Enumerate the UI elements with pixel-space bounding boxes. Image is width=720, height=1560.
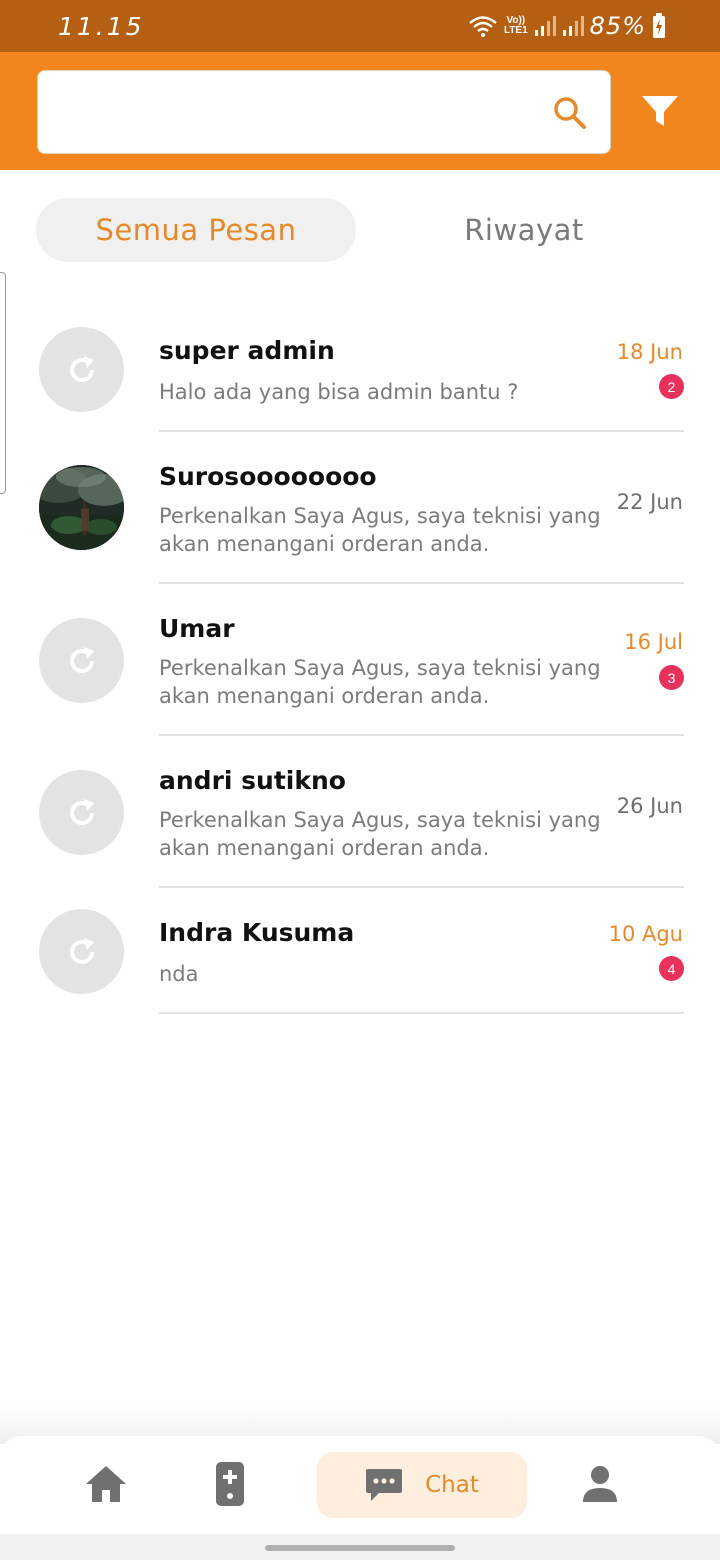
avatar [39, 465, 124, 550]
chat-item[interactable]: Indra Kusuma nda 10 Agu 4 [0, 888, 720, 1014]
status-indicators: Vo)) LTE1 85% [468, 10, 666, 42]
chat-item[interactable]: super admin Halo ada yang bisa admin ban… [0, 306, 720, 432]
gesture-area [0, 1534, 720, 1560]
refresh-icon [69, 646, 94, 673]
chat-item[interactable]: andri sutikno Perkenalkan Saya Agus, say… [0, 736, 720, 888]
status-bar: 11.15 Vo)) LTE1 85% [0, 0, 720, 52]
chat-name: Umar [159, 614, 235, 643]
home-icon [86, 1466, 126, 1502]
bottom-nav: Chat [0, 1436, 720, 1534]
chat-item[interactable]: Surosoooooooo Perkenalkan Saya Agus, say… [0, 432, 720, 584]
chat-name: super admin [159, 336, 335, 365]
avatar-photo [39, 465, 124, 550]
refresh-icon [69, 798, 94, 825]
avatar [39, 909, 124, 994]
chat-date: 18 Jun [616, 340, 683, 364]
service-device-icon [216, 1462, 244, 1506]
nav-chat[interactable]: Chat [317, 1452, 527, 1518]
chat-date: 10 Agu [608, 922, 683, 946]
chat-bubble-icon [366, 1469, 403, 1501]
chat-date: 22 Jun [616, 490, 683, 514]
home-gesture-bar[interactable] [265, 1545, 455, 1551]
refresh-icon [69, 355, 94, 382]
divider [159, 1012, 684, 1014]
avatar [39, 327, 124, 412]
chat-date: 16 Jul [624, 630, 683, 654]
nav-profile[interactable] [578, 1462, 622, 1506]
chat-message: Perkenalkan Saya Agus, saya teknisi yang… [159, 808, 601, 860]
nav-service[interactable] [208, 1460, 252, 1508]
search-icon[interactable] [552, 95, 588, 131]
search-input[interactable] [54, 91, 534, 135]
nav-chat-label: Chat [425, 1472, 479, 1498]
chat-message: Perkenalkan Saya Agus, saya teknisi yang… [159, 656, 601, 708]
battery-charging-icon [653, 13, 665, 38]
chat-message: Halo ada yang bisa admin bantu ? [159, 380, 519, 404]
chat-date: 26 Jun [616, 794, 683, 818]
wifi-icon [469, 16, 497, 37]
nav-home[interactable] [84, 1462, 128, 1506]
unread-badge: 3 [659, 665, 684, 690]
chat-name: andri sutikno [159, 766, 346, 795]
tab-riwayat[interactable]: Riwayat [364, 198, 684, 262]
chat-name: Indra Kusuma [159, 918, 355, 947]
unread-badge: 4 [659, 956, 684, 981]
avatar [39, 770, 124, 855]
header [0, 52, 720, 170]
chat-message: Perkenalkan Saya Agus, saya teknisi yang… [159, 504, 601, 556]
chat-item[interactable]: Umar Perkenalkan Saya Agus, saya teknisi… [0, 584, 720, 736]
chat-name: Surosoooooooo [159, 462, 377, 491]
signal-icon [534, 16, 556, 36]
unread-badge: 2 [659, 374, 684, 399]
status-time: 11.15 [58, 12, 145, 41]
battery-percent: 85% [589, 12, 646, 40]
search-box[interactable] [37, 70, 611, 154]
volte-indicator: Vo)) LTE1 [503, 15, 528, 36]
avatar [39, 618, 124, 703]
chat-message: nda [159, 962, 199, 986]
person-icon [583, 1466, 617, 1502]
tab-semua-pesan[interactable]: Semua Pesan [36, 198, 356, 262]
refresh-icon [69, 937, 94, 964]
filter-icon[interactable] [639, 90, 681, 132]
signal-icon-2 [562, 16, 584, 36]
